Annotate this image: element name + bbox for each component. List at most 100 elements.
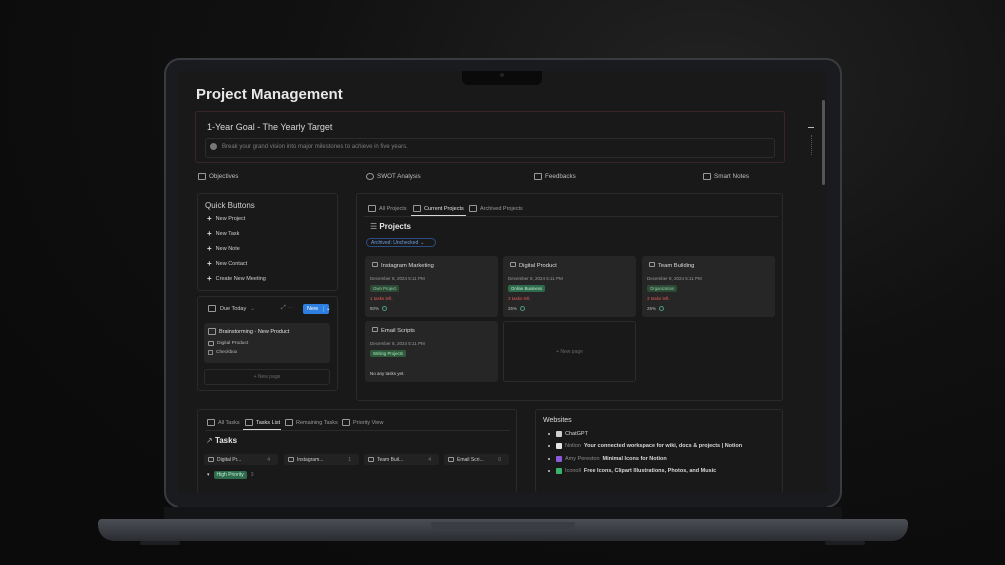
new-task-button[interactable]: + New Task xyxy=(207,230,240,238)
tab-archived-projects[interactable]: Archived Projects xyxy=(469,205,523,212)
note-icon xyxy=(703,173,711,180)
tab-label: Remaining Tasks xyxy=(296,419,338,426)
plus-icon: + xyxy=(207,214,212,223)
folder-icon xyxy=(448,457,454,462)
project-date: December 8, 2024 5:11 PM xyxy=(370,341,425,346)
minus-icon[interactable] xyxy=(808,127,814,128)
amy-pereston-icon xyxy=(556,456,562,462)
project-date: December 8, 2024 5:11 PM xyxy=(647,276,702,281)
chatgpt-icon xyxy=(556,431,562,437)
project-card-team-building[interactable]: Team Building December 8, 2024 5:11 PM O… xyxy=(642,256,775,317)
high-priority-group[interactable]: ▾ High Priority 3 xyxy=(207,471,254,479)
tab-remaining-tasks[interactable]: Remaining Tasks xyxy=(285,419,338,426)
tab-priority-view[interactable]: Priority View xyxy=(342,419,383,426)
laptop-foot xyxy=(825,541,865,545)
target-icon xyxy=(198,173,206,180)
grid-icon xyxy=(285,419,293,426)
tab-tasks-list[interactable]: Tasks List xyxy=(245,419,280,426)
plus-icon: + xyxy=(207,259,212,268)
tab-all-tasks[interactable]: All Tasks xyxy=(207,419,240,426)
nav-feedbacks[interactable]: Feedbacks xyxy=(534,173,576,180)
archived-filter[interactable]: Archived: Unchecked ⌄ xyxy=(366,238,436,247)
nav-objectives[interactable]: Objectives xyxy=(198,173,238,180)
project-progress: 25% xyxy=(647,306,665,311)
outline-dots xyxy=(811,135,813,155)
triangle-down-icon: ▾ xyxy=(207,472,210,478)
tasks-title: ↗ Tasks xyxy=(206,436,237,445)
projects-new-page-button[interactable]: + New page xyxy=(503,321,636,382)
page-title: Project Management xyxy=(196,86,343,103)
project-date: December 8, 2024 5:11 PM xyxy=(370,276,425,281)
website-link-iconoll[interactable]: Iconoll Free Icons, Clipart Illustrations… xyxy=(548,468,716,474)
nav-label: Feedbacks xyxy=(545,173,576,180)
chevron-down-icon: ⌄ xyxy=(250,305,255,312)
button-label: New Project xyxy=(215,216,246,222)
project-name-text: Digital Product xyxy=(519,263,557,269)
tab-all-projects[interactable]: All Projects xyxy=(368,205,407,212)
nav-smart-notes[interactable]: Smart Notes xyxy=(703,173,749,180)
tab-label: All Tasks xyxy=(218,419,240,426)
expand-icon[interactable]: ⤢ ⋯ xyxy=(281,305,293,312)
plus-icon: + xyxy=(207,274,212,283)
grid-icon xyxy=(342,419,350,426)
nav-label: Smart Notes xyxy=(714,173,749,180)
nav-swot-analysis[interactable]: SWOT Analysis xyxy=(366,173,421,180)
project-name: Digital Product xyxy=(217,341,249,346)
due-new-page-button[interactable]: + New page xyxy=(204,369,330,385)
project-card-email-scripts[interactable]: Email Scripts December 8, 2024 5:11 PM W… xyxy=(365,321,498,382)
task-group-digital-product[interactable]: Digital Pr... 4 xyxy=(204,454,278,465)
button-label: New Task xyxy=(215,231,240,237)
quick-buttons-title: Quick Buttons xyxy=(205,201,255,210)
websites-title: Websites xyxy=(543,417,572,424)
task-group-instagram[interactable]: Instagram... 1 xyxy=(284,454,359,465)
project-name: Email Scripts xyxy=(372,327,415,334)
project-progress: 25% xyxy=(508,306,526,311)
website-link-chatgpt[interactable]: ChatGPT xyxy=(548,431,588,437)
new-contact-button[interactable]: + New Contact xyxy=(207,259,247,268)
page-icon xyxy=(208,328,216,335)
due-today-view-tab[interactable]: Due Today ⌄ xyxy=(208,305,255,312)
nav-label: SWOT Analysis xyxy=(377,173,421,180)
scrollbar[interactable] xyxy=(822,100,825,185)
tab-label: Priority View xyxy=(353,419,384,426)
new-button[interactable]: New ⌄ xyxy=(303,304,331,314)
grid-icon xyxy=(469,205,477,212)
tab-label: All Projects xyxy=(379,205,407,212)
task-group-email-scripts[interactable]: Email Scri... 0 xyxy=(444,454,509,465)
website-description: Minimal Icons for Notion xyxy=(602,456,667,462)
group-count: 4 xyxy=(428,456,431,463)
project-card-digital-product[interactable]: Digital Product December 8, 2024 5:11 PM… xyxy=(503,256,636,317)
folder-icon xyxy=(368,457,374,462)
screen-bezel-bottom xyxy=(178,493,827,507)
new-label: New xyxy=(307,306,319,312)
folder-icon xyxy=(372,327,378,332)
task-group-team-building[interactable]: Team Buil... 4 xyxy=(364,454,439,465)
chevron-down-icon: ⌄ xyxy=(323,306,331,312)
laptop-base-notch xyxy=(431,522,575,531)
due-today-label: Due Today xyxy=(220,305,247,312)
group-label: Email Scri... xyxy=(457,456,484,463)
project-tag: Organization xyxy=(647,285,678,292)
folder-icon xyxy=(288,457,294,462)
new-note-button[interactable]: + New Note xyxy=(207,245,240,253)
website-name: Iconoll xyxy=(565,468,581,474)
notion-icon xyxy=(556,443,562,449)
website-link-amy-pereston[interactable]: Amy Pereston Minimal Icons for Notion xyxy=(548,456,667,462)
tasks-title-text: Tasks xyxy=(214,436,238,445)
new-project-button[interactable]: + New Project xyxy=(207,214,246,223)
priority-tag: High Priority xyxy=(213,471,247,479)
tasks-left: 3 tasks left. xyxy=(508,296,531,301)
folder-icon xyxy=(208,341,214,346)
task-title: Brainstorming - New Product xyxy=(219,328,290,335)
laptop-foot xyxy=(140,541,180,545)
due-task-checkbox[interactable]: Checkbox xyxy=(208,350,237,355)
tab-current-projects[interactable]: Current Projects xyxy=(413,205,464,212)
project-card-instagram-marketing[interactable]: Instagram Marketing December 8, 2024 5:1… xyxy=(365,256,498,317)
create-new-meeting-button[interactable]: + Create New Meeting xyxy=(207,274,266,283)
project-name: Instagram Marketing xyxy=(372,262,434,269)
chat-icon xyxy=(534,173,542,180)
website-link-notion[interactable]: Notion Your connected workspace for wiki,… xyxy=(548,443,742,449)
progress-ring-icon xyxy=(659,306,665,311)
camera-icon xyxy=(500,73,504,77)
project-name: Team Building xyxy=(649,262,694,269)
